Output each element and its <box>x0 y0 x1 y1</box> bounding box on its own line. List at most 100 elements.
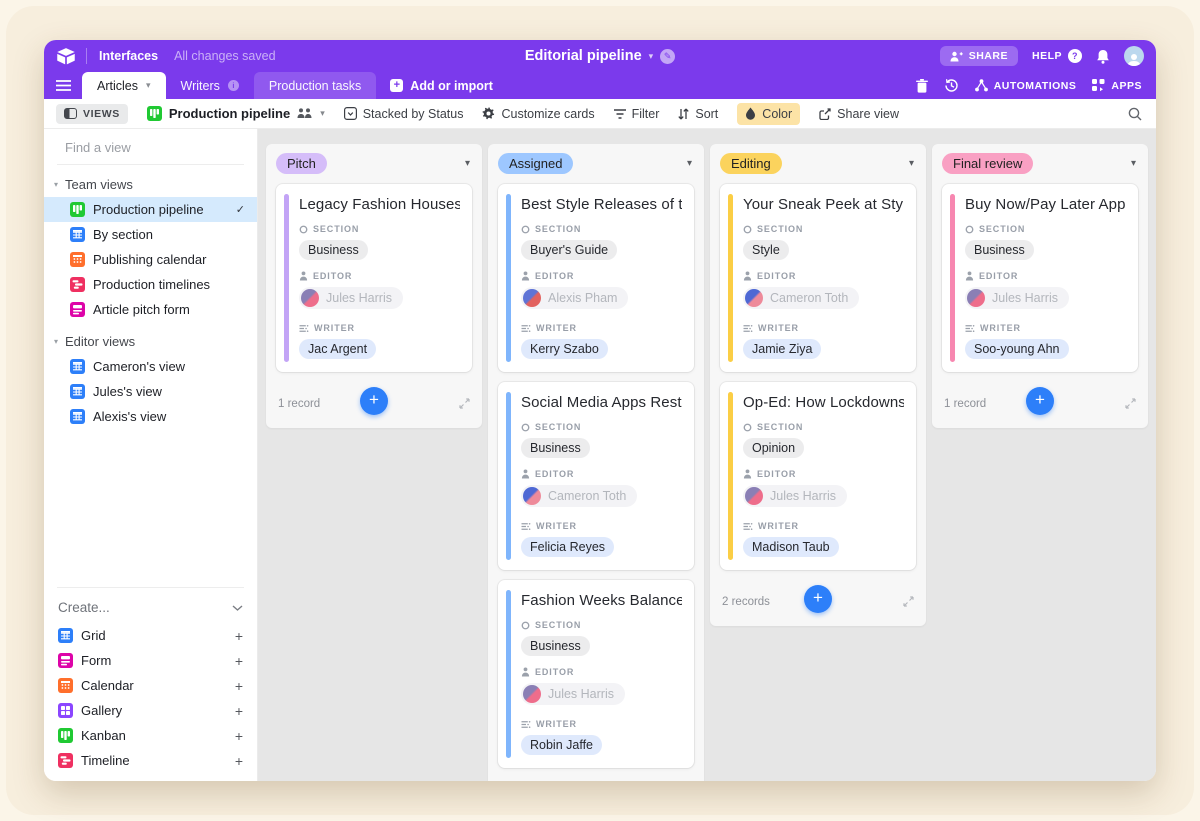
automations-button[interactable]: AUTOMATIONS <box>974 79 1077 92</box>
card-accent-bar <box>728 392 733 560</box>
editor-name: Jules Harris <box>770 489 836 503</box>
field-label-editor: EDITOR <box>743 469 904 479</box>
record-card[interactable]: Your Sneak Peek at Styles... SECTION Style… <box>720 184 916 372</box>
table-tab-bar: Articles ▾ Writers i Production tasks + Add … <box>44 72 1156 99</box>
writer-field-icon <box>521 324 531 333</box>
expand-column-icon[interactable] <box>1125 398 1136 409</box>
card-title: Fashion Weeks Balance S... <box>521 592 682 609</box>
field-label-text: WRITER <box>314 323 355 333</box>
add-or-import-button[interactable]: + Add or import <box>376 72 507 99</box>
grid-view-icon <box>70 409 85 424</box>
record-card[interactable]: Social Media Apps Restor... SECTION Busine… <box>498 382 694 570</box>
section-chip: Opinion <box>743 438 805 458</box>
create-item-label: Calendar <box>81 678 134 693</box>
search-icon[interactable] <box>1128 107 1142 121</box>
stacked-by-label: Stacked by Status <box>362 106 464 121</box>
column-menu-caret-icon[interactable]: ▾ <box>909 158 914 169</box>
view-toolbar: VIEWS Production pipeline ▾ Stacked by S… <box>44 99 1156 129</box>
writer-chip: Felicia Reyes <box>521 537 615 557</box>
kanban-board: Pitch ▾ Legacy Fashion Houses Fi... SECTION… <box>258 129 1156 781</box>
notifications-bell-icon[interactable] <box>1096 49 1110 64</box>
create-section-toggle[interactable]: Create... <box>44 588 257 623</box>
create-calendar-button[interactable]: Calendar + <box>44 673 257 698</box>
editor-field-icon <box>299 271 308 281</box>
field-label-section: SECTION <box>743 422 904 432</box>
calendar-view-icon <box>58 678 73 693</box>
editor-field-icon <box>965 271 974 281</box>
field-label-writer: WRITER <box>521 719 682 729</box>
column-menu-caret-icon[interactable]: ▾ <box>1131 158 1136 169</box>
record-card[interactable]: Op-Ed: How Lockdowns O... SECTION Opinion E… <box>720 382 916 570</box>
record-count: 1 record <box>278 397 321 410</box>
sidebar-item-alexis-s-view[interactable]: Alexis's view <box>44 404 257 429</box>
page-title[interactable]: Editorial pipeline <box>525 48 642 64</box>
stacked-by-button[interactable]: Stacked by Status <box>343 106 464 121</box>
column-status-chip[interactable]: Editing <box>720 153 782 174</box>
create-grid-button[interactable]: Grid + <box>44 623 257 648</box>
help-button[interactable]: HELP ? <box>1032 49 1082 63</box>
user-avatar[interactable] <box>1124 46 1144 66</box>
field-label-editor: EDITOR <box>521 667 682 677</box>
share-view-icon <box>819 107 831 120</box>
section-field-icon <box>521 225 530 234</box>
share-button[interactable]: SHARE <box>939 46 1018 66</box>
history-icon[interactable] <box>944 78 959 93</box>
find-view-input[interactable] <box>65 140 241 155</box>
record-card[interactable]: Buy Now/Pay Later Apps ... SECTION Busines… <box>942 184 1138 372</box>
expand-column-icon[interactable] <box>903 596 914 607</box>
column-status-chip[interactable]: Assigned <box>498 153 574 174</box>
add-record-button[interactable]: + <box>360 387 388 415</box>
edit-title-icon[interactable]: ✎ <box>660 48 676 64</box>
column-menu-caret-icon[interactable]: ▾ <box>687 158 692 169</box>
sidebar-item-cameron-s-view[interactable]: Cameron's view <box>44 354 257 379</box>
editor-field-icon <box>743 271 752 281</box>
create-form-button[interactable]: Form + <box>44 648 257 673</box>
tab-production-tasks[interactable]: Production tasks <box>253 72 377 99</box>
timeline-view-icon <box>58 753 73 768</box>
field-label-text: SECTION <box>313 224 360 234</box>
sidebar-item-production-pipeline[interactable]: Production pipeline ✓ <box>44 197 257 222</box>
create-gallery-button[interactable]: Gallery + <box>44 698 257 723</box>
record-card[interactable]: Fashion Weeks Balance S... SECTION Busines… <box>498 580 694 768</box>
field-label-text: SECTION <box>535 422 582 432</box>
column-cards: Buy Now/Pay Later Apps ... SECTION Busines… <box>932 177 1148 382</box>
add-record-button[interactable]: + <box>804 585 832 613</box>
title-caret-icon[interactable]: ▾ <box>649 51 654 62</box>
expand-column-icon[interactable] <box>459 398 470 409</box>
view-switcher[interactable]: Production pipeline ▾ <box>146 106 325 121</box>
views-toggle-button[interactable]: VIEWS <box>56 103 128 124</box>
sidebar-item-production-timelines[interactable]: Production timelines <box>44 272 257 297</box>
share-view-button[interactable]: Share view <box>819 107 899 121</box>
create-kanban-button[interactable]: Kanban + <box>44 723 257 748</box>
view-group-header[interactable]: ▾ Editor views <box>44 328 257 354</box>
sidebar-item-publishing-calendar[interactable]: Publishing calendar <box>44 247 257 272</box>
sidebar-item-article-pitch-form[interactable]: Article pitch form <box>44 297 257 322</box>
create-timeline-button[interactable]: Timeline + <box>44 748 257 773</box>
view-switcher-caret-icon: ▾ <box>320 108 325 118</box>
airtable-logo-icon[interactable] <box>56 47 76 65</box>
record-card[interactable]: Legacy Fashion Houses Fi... SECTION Busine… <box>276 184 472 372</box>
view-group-header[interactable]: ▾ Team views <box>44 171 257 197</box>
tab-writers[interactable]: Writers i <box>166 72 254 99</box>
interfaces-label[interactable]: Interfaces <box>99 49 158 63</box>
add-record-button[interactable]: + <box>1026 387 1054 415</box>
sort-button[interactable]: Sort <box>678 107 718 121</box>
color-button[interactable]: Color <box>737 102 801 125</box>
trash-icon[interactable] <box>915 78 928 93</box>
sidebar-item-jules-s-view[interactable]: Jules's view <box>44 379 257 404</box>
hamburger-menu-icon[interactable] <box>44 72 82 99</box>
record-card[interactable]: Best Style Releases of the... SECTION Buye… <box>498 184 694 372</box>
customize-cards-button[interactable]: Customize cards <box>482 107 595 121</box>
view-item-label: By section <box>93 227 153 242</box>
column-menu-caret-icon[interactable]: ▾ <box>465 158 470 169</box>
column-status-chip[interactable]: Pitch <box>276 153 327 174</box>
card-title: Op-Ed: How Lockdowns O... <box>743 394 904 411</box>
tab-articles[interactable]: Articles ▾ <box>82 72 166 99</box>
column-status-chip[interactable]: Final review <box>942 153 1034 174</box>
apps-button[interactable]: APPS <box>1092 79 1142 92</box>
section-chip: Business <box>521 636 590 656</box>
field-label-editor: EDITOR <box>299 271 460 281</box>
sidebar-item-by-section[interactable]: By section <box>44 222 257 247</box>
column-footer: 3 records+ <box>488 778 704 781</box>
filter-button[interactable]: Filter <box>613 107 659 121</box>
